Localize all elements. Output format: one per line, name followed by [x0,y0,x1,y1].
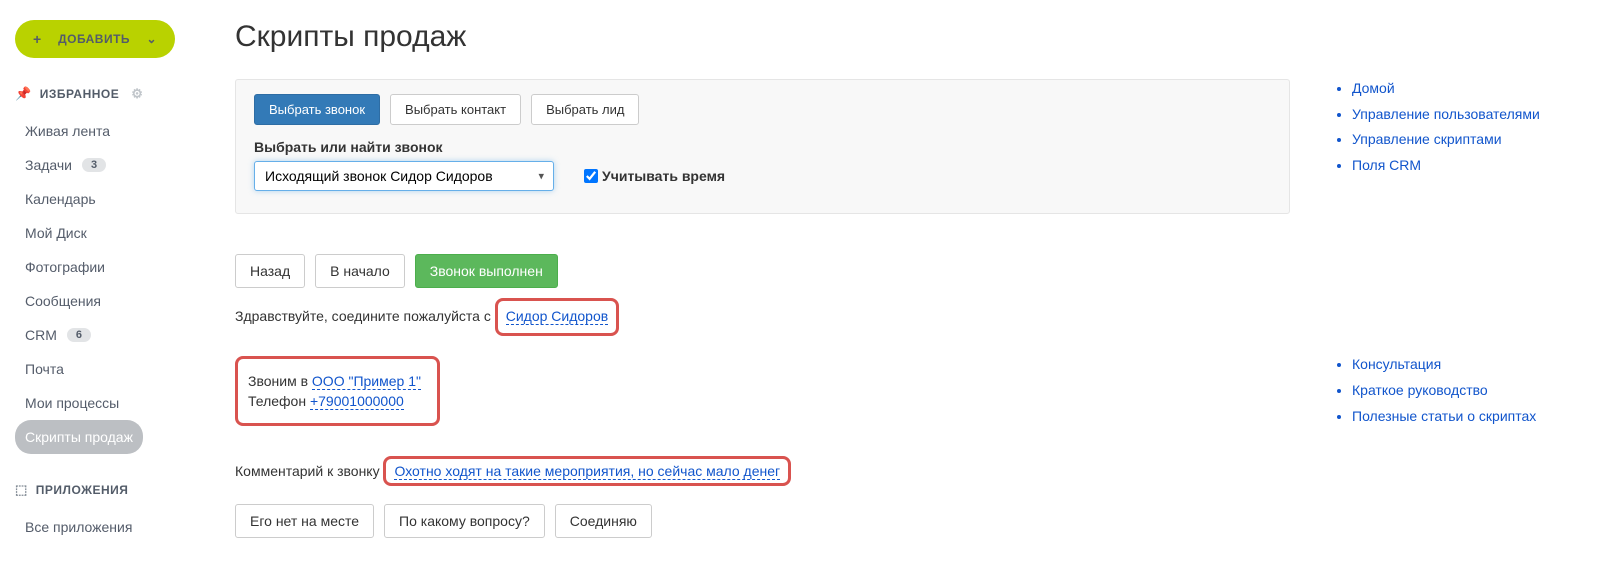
start-button[interactable]: В начало [315,254,405,288]
main-content: Скрипты продаж Выбрать звонок Выбрать ко… [210,0,1600,578]
company-info: Звоним в ООО "Пример 1" Телефон +7900100… [235,356,1290,426]
tab-contact[interactable]: Выбрать контакт [390,94,521,125]
option-what-about[interactable]: По какому вопросу? [384,504,545,538]
link-home[interactable]: Домой [1352,80,1395,96]
call-select[interactable]: Исходящий звонок Сидор Сидоров [254,161,554,191]
link-guide[interactable]: Краткое руководство [1352,382,1488,398]
sidebar-item-feed[interactable]: Живая лента [15,114,195,148]
favorites-heading: 📌 ИЗБРАННОЕ ⚙ [15,86,195,102]
chevron-down-icon: ⌄ [146,32,157,46]
script-area: Выбрать звонок Выбрать контакт Выбрать л… [235,79,1290,538]
select-label: Выбрать или найти звонок [254,139,1271,155]
add-button[interactable]: + ДОБАВИТЬ ⌄ [15,20,175,58]
consider-time-checkbox[interactable]: Учитывать время [584,168,725,184]
sidebar-item-disk[interactable]: Мой Диск [15,216,195,250]
option-not-here[interactable]: Его нет на месте [235,504,374,538]
comment-token[interactable]: Охотно ходят на такие мероприятия, но се… [394,463,780,480]
gear-icon[interactable]: ⚙ [131,86,143,102]
response-options: Его нет на месте По какому вопросу? Соед… [235,504,1290,538]
contact-highlight: Сидор Сидоров [495,298,619,336]
tabs: Выбрать звонок Выбрать контакт Выбрать л… [254,94,1271,125]
back-button[interactable]: Назад [235,254,305,288]
pushpin-icon: 📌 [15,86,32,102]
link-scripts[interactable]: Управление скриптами [1352,131,1502,147]
phone-token[interactable]: +79001000000 [310,393,404,410]
favorites-nav: Живая лента Задачи3 Календарь Мой Диск Ф… [15,114,195,454]
sidebar-item-all-apps[interactable]: Все приложения [15,510,195,544]
apps-nav: Все приложения [15,510,195,544]
greeting-line: Здравствуйте, соедините пожалуйста с Сид… [235,298,1290,336]
link-consult[interactable]: Консультация [1352,356,1441,372]
side-links: Домой Управление пользователями Управлен… [1330,79,1575,538]
sidebar-item-scripts[interactable]: Скрипты продаж [15,420,143,454]
sidebar-item-tasks[interactable]: Задачи3 [15,148,195,182]
sidebar-item-messages[interactable]: Сообщения [15,284,195,318]
done-button[interactable]: Звонок выполнен [415,254,558,288]
plus-icon: + [33,31,42,47]
links-top: Домой Управление пользователями Управлен… [1330,79,1575,175]
add-button-label: ДОБАВИТЬ [58,32,130,46]
links-bottom: Консультация Краткое руководство Полезны… [1330,355,1575,426]
consider-time-input[interactable] [584,169,598,183]
sidebar: + ДОБАВИТЬ ⌄ 📌 ИЗБРАННОЕ ⚙ Живая лента З… [0,0,210,578]
apps-heading: ⬚ ПРИЛОЖЕНИЯ [15,482,195,498]
badge-crm: 6 [67,328,91,342]
link-crm-fields[interactable]: Поля CRM [1352,157,1421,173]
tab-call[interactable]: Выбрать звонок [254,94,380,125]
sidebar-item-mail[interactable]: Почта [15,352,195,386]
sidebar-item-photos[interactable]: Фотографии [15,250,195,284]
company-token[interactable]: ООО "Пример 1" [312,373,421,390]
contact-token[interactable]: Сидор Сидоров [506,308,608,325]
tab-lead[interactable]: Выбрать лид [531,94,639,125]
option-connecting[interactable]: Соединяю [555,504,652,538]
link-articles[interactable]: Полезные статьи о скриптах [1352,408,1536,424]
badge-tasks: 3 [82,158,106,172]
page-title: Скрипты продаж [235,20,1575,54]
sidebar-item-processes[interactable]: Мои процессы [15,386,195,420]
selection-panel: Выбрать звонок Выбрать контакт Выбрать л… [235,79,1290,214]
sidebar-item-calendar[interactable]: Календарь [15,182,195,216]
comment-highlight: Охотно ходят на такие мероприятия, но се… [383,456,791,486]
comment-line: Комментарий к звонку Охотно ходят на так… [235,456,1290,486]
link-users[interactable]: Управление пользователями [1352,106,1540,122]
sidebar-item-crm[interactable]: CRM6 [15,318,195,352]
action-buttons: Назад В начало Звонок выполнен [235,254,1290,288]
cube-icon: ⬚ [15,482,28,498]
